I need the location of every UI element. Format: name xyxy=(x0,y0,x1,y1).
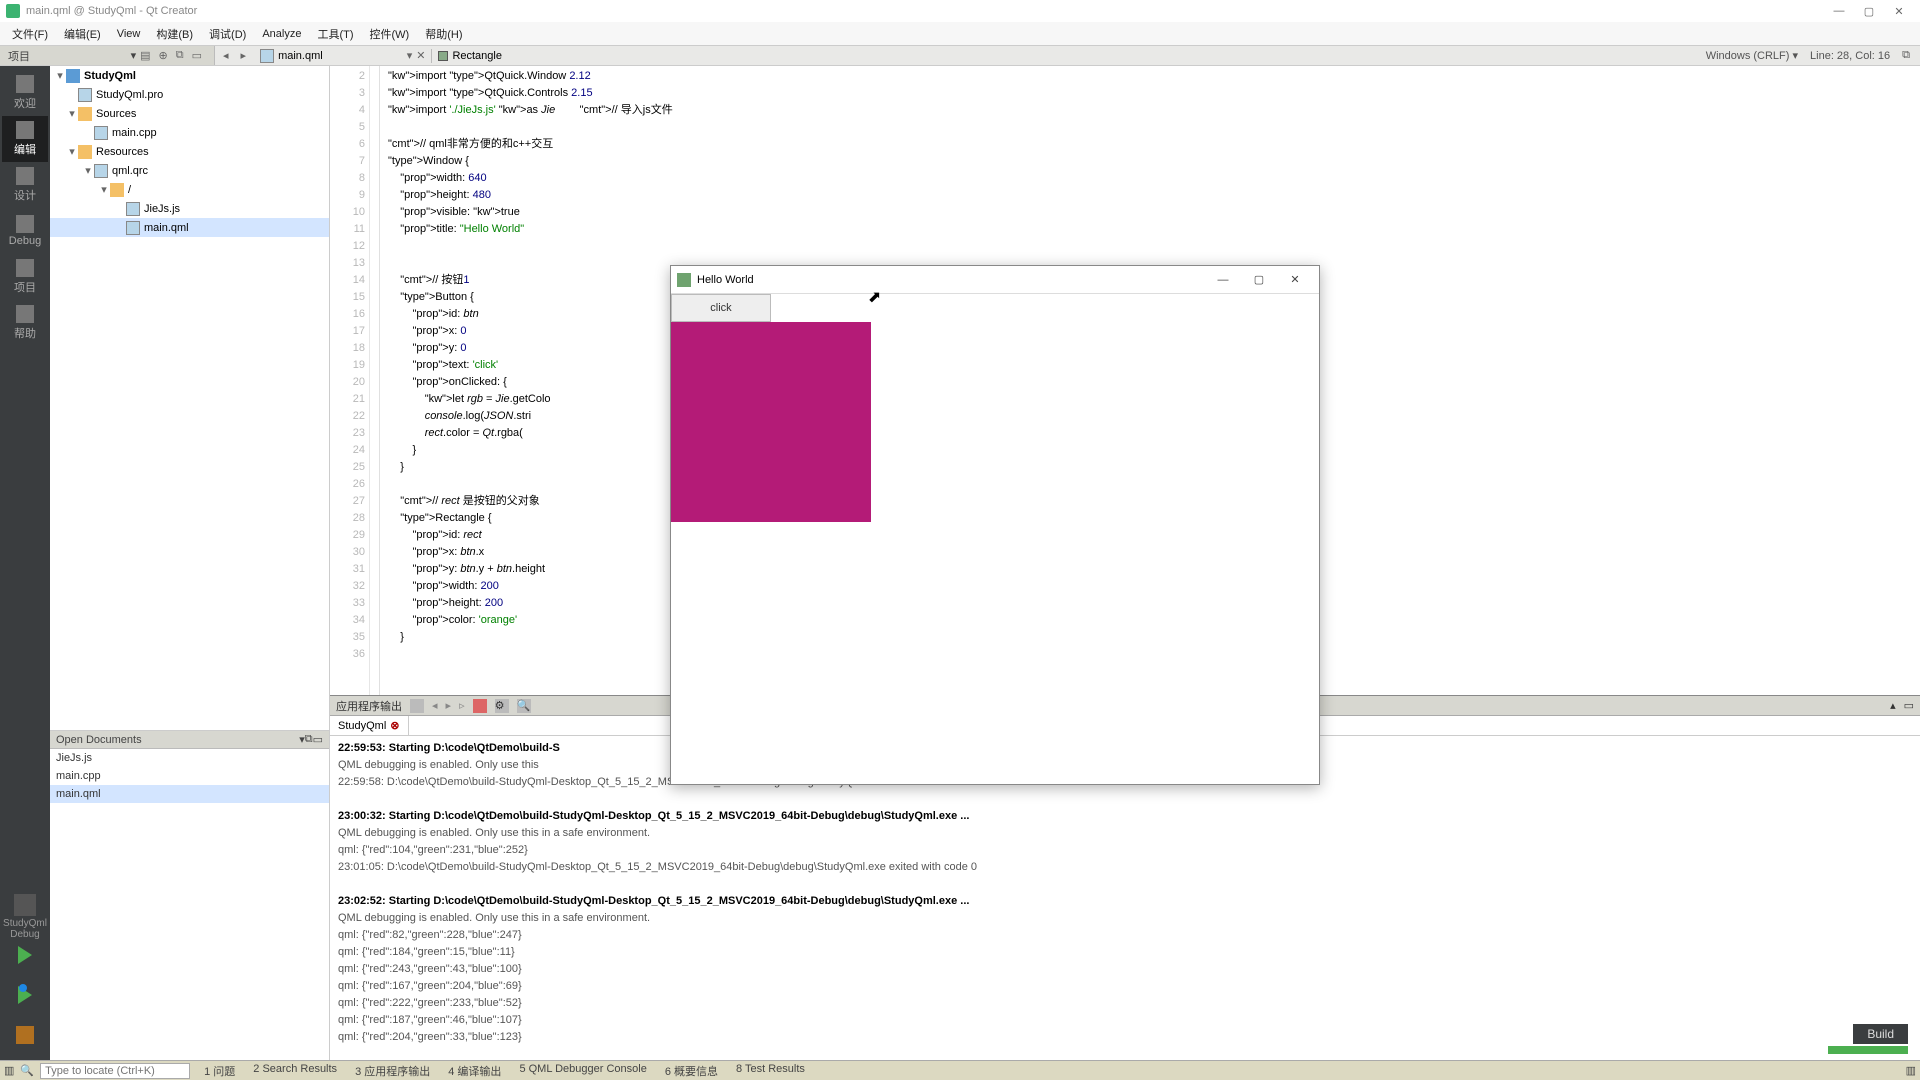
open-doc-item[interactable]: JieJs.js xyxy=(50,749,329,767)
prev-icon[interactable]: ◂ xyxy=(432,699,438,712)
menu-item[interactable]: 编辑(E) xyxy=(56,26,109,42)
menu-item[interactable]: 构建(B) xyxy=(148,26,201,42)
tree-item[interactable]: StudyQml.pro xyxy=(50,85,329,104)
maximize-button[interactable]: ▢ xyxy=(1854,5,1884,18)
output-toggle-icon[interactable]: ▴ xyxy=(1890,699,1896,712)
build-badge[interactable]: Build xyxy=(1853,1024,1908,1044)
tab-close-icon[interactable]: ⊗ xyxy=(390,719,399,732)
running-app-titlebar[interactable]: Hello World — ▢ ✕ xyxy=(671,266,1319,294)
fold-gutter[interactable] xyxy=(370,66,380,695)
app-close-button[interactable]: ✕ xyxy=(1277,273,1313,286)
cursor-position: Line: 28, Col: 16 xyxy=(1810,50,1890,62)
status-bar: ▥ 🔍 1 问题2 Search Results3 应用程序输出4 编译输出5 … xyxy=(0,1060,1920,1080)
mode-button[interactable]: 项目 xyxy=(2,254,48,300)
rectangle-icon xyxy=(438,51,448,61)
tree-item[interactable]: JieJs.js xyxy=(50,199,329,218)
kit-selector[interactable]: StudyQmlDebug xyxy=(3,894,47,940)
next-icon[interactable]: ▸ xyxy=(446,699,452,712)
tree-item[interactable]: main.qml xyxy=(50,218,329,237)
qml-file-icon xyxy=(260,49,274,63)
filter-icon[interactable]: ▤ xyxy=(136,49,154,62)
run-button[interactable] xyxy=(10,940,40,970)
close-tab-icon[interactable]: ✕ xyxy=(416,49,425,62)
menu-item[interactable]: Analyze xyxy=(254,28,309,40)
nav-fwd-icon[interactable]: ▸ xyxy=(237,49,251,62)
app-icon xyxy=(6,4,20,18)
open-docs-split-icon[interactable]: ⧉ xyxy=(305,733,313,746)
editor-file-tab[interactable]: main.qml ▾ ✕ xyxy=(254,49,432,63)
mouse-cursor xyxy=(868,287,881,307)
status-pane-button[interactable]: 2 Search Results xyxy=(245,1063,345,1075)
qt-app-icon xyxy=(677,273,691,287)
mode-button[interactable]: 帮助 xyxy=(2,300,48,346)
settings-icon[interactable]: ⚙ xyxy=(495,699,509,713)
mode-button[interactable]: 欢迎 xyxy=(2,70,48,116)
status-right-toggle-icon[interactable]: ▥ xyxy=(1906,1064,1916,1077)
build-progress xyxy=(1828,1046,1908,1054)
tree-item[interactable]: ▾/ xyxy=(50,180,329,199)
zoom-icon[interactable]: 🔍 xyxy=(517,699,531,713)
mode-button[interactable]: 编辑 xyxy=(2,116,48,162)
menu-item[interactable]: 调试(D) xyxy=(201,26,254,42)
locator-input[interactable] xyxy=(40,1063,190,1079)
stop-icon[interactable] xyxy=(473,699,487,713)
tree-item[interactable]: ▾Resources xyxy=(50,142,329,161)
menu-item[interactable]: 工具(T) xyxy=(309,26,361,42)
project-pane-label[interactable]: 项目 ▾ ▤ ⊕ ⧉ ▭ xyxy=(0,46,215,65)
attach-icon[interactable] xyxy=(410,699,424,713)
open-docs-close-icon[interactable]: ▭ xyxy=(313,733,323,746)
menu-item[interactable]: View xyxy=(109,28,149,40)
status-pane-button[interactable]: 8 Test Results xyxy=(728,1063,813,1075)
running-app-window[interactable]: Hello World — ▢ ✕ click xyxy=(670,265,1320,785)
mode-button[interactable]: Debug xyxy=(2,208,48,254)
open-doc-item[interactable]: main.qml xyxy=(50,785,329,803)
status-pane-button[interactable]: 5 QML Debugger Console xyxy=(511,1063,654,1075)
nav-back-icon[interactable]: ◂ xyxy=(219,49,233,62)
menu-item[interactable]: 控件(W) xyxy=(362,26,418,42)
search-icon: 🔍 xyxy=(20,1064,34,1077)
tree-root[interactable]: ▾StudyQml xyxy=(50,66,329,85)
open-documents-title: Open Documents xyxy=(56,734,142,746)
symbol-breadcrumb[interactable]: Rectangle xyxy=(432,50,508,62)
close-button[interactable]: ✕ xyxy=(1884,5,1914,18)
line-gutter: 2345678910111213141516171819202122232425… xyxy=(330,66,370,695)
debug-button[interactable] xyxy=(10,980,40,1010)
output-tab[interactable]: StudyQml ⊗ xyxy=(330,716,409,735)
menubar: 文件(F)编辑(E)View构建(B)调试(D)Analyze工具(T)控件(W… xyxy=(0,22,1920,46)
toggle-sidebar-icon[interactable]: ▥ xyxy=(4,1064,14,1077)
status-pane-button[interactable]: 6 概要信息 xyxy=(657,1063,726,1079)
click-button[interactable]: click xyxy=(671,294,771,322)
output-title: 应用程序输出 xyxy=(336,698,402,714)
build-button[interactable] xyxy=(10,1020,40,1050)
menu-item[interactable]: 文件(F) xyxy=(4,26,56,42)
editor-toolbar: 项目 ▾ ▤ ⊕ ⧉ ▭ ◂ ▸ main.qml ▾ ✕ Rectangle … xyxy=(0,46,1920,66)
window-titlebar: main.qml @ StudyQml - Qt Creator — ▢ ✕ xyxy=(0,0,1920,22)
app-minimize-button[interactable]: — xyxy=(1205,274,1241,286)
colored-rectangle xyxy=(671,322,871,522)
status-pane-button[interactable]: 1 问题 xyxy=(196,1063,243,1079)
mode-button[interactable]: 设计 xyxy=(2,162,48,208)
mode-bar: 欢迎编辑设计Debug项目帮助 StudyQmlDebug xyxy=(0,66,50,1060)
open-doc-item[interactable]: main.cpp xyxy=(50,767,329,785)
split-icon[interactable]: ⧉ xyxy=(1902,49,1910,62)
status-pane-button[interactable]: 3 应用程序输出 xyxy=(347,1063,438,1079)
output-close-icon[interactable]: ▭ xyxy=(1904,699,1914,712)
menu-item[interactable]: 帮助(H) xyxy=(417,26,470,42)
app-maximize-button[interactable]: ▢ xyxy=(1241,273,1277,286)
open-documents-pane: Open Documents▾⧉▭ JieJs.jsmain.cppmain.q… xyxy=(50,730,330,1080)
status-pane-button[interactable]: 4 编译输出 xyxy=(440,1063,509,1079)
tree-item[interactable]: ▾Sources xyxy=(50,104,329,123)
line-ending-selector[interactable]: Windows (CRLF) ▾ xyxy=(1706,49,1798,62)
tree-item[interactable]: ▾qml.qrc xyxy=(50,161,329,180)
tree-item[interactable]: main.cpp xyxy=(50,123,329,142)
window-title: main.qml @ StudyQml - Qt Creator xyxy=(26,5,197,17)
running-app-title: Hello World xyxy=(697,274,754,286)
minimize-button[interactable]: — xyxy=(1824,5,1854,17)
